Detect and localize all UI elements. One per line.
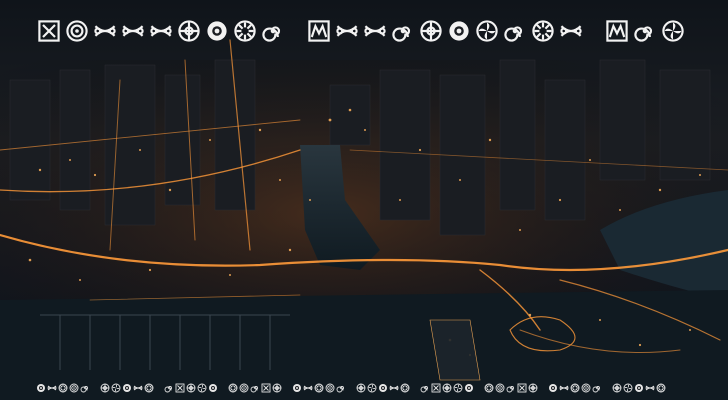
flower-icon (100, 383, 110, 393)
knot-icon (47, 383, 57, 393)
sunflower-icon (232, 18, 258, 44)
pinwheel-icon (474, 18, 500, 44)
flower-icon (176, 18, 202, 44)
glyph-space (667, 383, 675, 393)
city-night-photo (0, 0, 728, 400)
box-x-icon (36, 18, 62, 44)
concentric-circle-icon (325, 383, 335, 393)
concentric-circle-icon (581, 383, 591, 393)
box-x-icon (175, 383, 185, 393)
pinwheel-icon (623, 383, 633, 393)
sun-icon (292, 383, 302, 393)
sunflower-icon (530, 18, 556, 44)
sun-icon (208, 383, 218, 393)
glyph-space (603, 383, 611, 393)
spiral-icon (592, 383, 602, 393)
concentric-circle-icon (239, 383, 249, 393)
flower-icon (418, 18, 444, 44)
glyph-space (288, 18, 304, 44)
knot-icon (120, 18, 146, 44)
spiral-icon (420, 383, 430, 393)
knot-icon (362, 18, 388, 44)
sunflower-icon (228, 383, 238, 393)
pinwheel-icon (111, 383, 121, 393)
glyph-space (219, 383, 227, 393)
flower-icon (272, 383, 282, 393)
sunflower-icon (484, 383, 494, 393)
decorative-footer (36, 380, 700, 396)
flower-icon (442, 383, 452, 393)
spiral-icon (502, 18, 528, 44)
spiral-icon (250, 383, 260, 393)
glyph-space (347, 383, 355, 393)
sunflower-icon (570, 383, 580, 393)
sun-icon (634, 383, 644, 393)
pinwheel-icon (367, 383, 377, 393)
knot-icon (303, 383, 313, 393)
knot-icon (559, 383, 569, 393)
flower-icon (356, 383, 366, 393)
decorative-title (36, 14, 692, 48)
sun-icon (36, 383, 46, 393)
sunflower-icon (400, 383, 410, 393)
knot-icon (133, 383, 143, 393)
concentric-circle-icon (495, 383, 505, 393)
knot-icon (645, 383, 655, 393)
glyph-space (475, 383, 483, 393)
spiral-icon (164, 383, 174, 393)
sun-icon (446, 18, 472, 44)
sun-icon (204, 18, 230, 44)
glyph-space (283, 383, 291, 393)
box-m-icon (604, 18, 630, 44)
sunflower-icon (58, 383, 68, 393)
flower-icon (612, 383, 622, 393)
glyph-space (155, 383, 163, 393)
spiral-icon (80, 383, 90, 393)
spiral-icon (632, 18, 658, 44)
box-x-icon (261, 383, 271, 393)
spiral-icon (260, 18, 286, 44)
sun-icon (378, 383, 388, 393)
knot-icon (148, 18, 174, 44)
glyph-space (586, 18, 602, 44)
glyph-space (411, 383, 419, 393)
sunflower-icon (656, 383, 666, 393)
sun-icon (548, 383, 558, 393)
flower-icon (186, 383, 196, 393)
spiral-icon (506, 383, 516, 393)
sunflower-icon (314, 383, 324, 393)
concentric-circle-icon (69, 383, 79, 393)
glyph-space (539, 383, 547, 393)
knot-icon (558, 18, 584, 44)
flower-icon (528, 383, 538, 393)
knot-icon (92, 18, 118, 44)
knot-icon (334, 18, 360, 44)
spiral-icon (390, 18, 416, 44)
pinwheel-icon (453, 383, 463, 393)
knot-icon (389, 383, 399, 393)
spiral-icon (336, 383, 346, 393)
box-x-icon (431, 383, 441, 393)
glyph-space (91, 383, 99, 393)
pinwheel-icon (660, 18, 686, 44)
box-m-icon (306, 18, 332, 44)
sun-icon (122, 383, 132, 393)
box-x-icon (517, 383, 527, 393)
sunflower-icon (144, 383, 154, 393)
sun-icon (464, 383, 474, 393)
concentric-circle-icon (64, 18, 90, 44)
pinwheel-icon (197, 383, 207, 393)
